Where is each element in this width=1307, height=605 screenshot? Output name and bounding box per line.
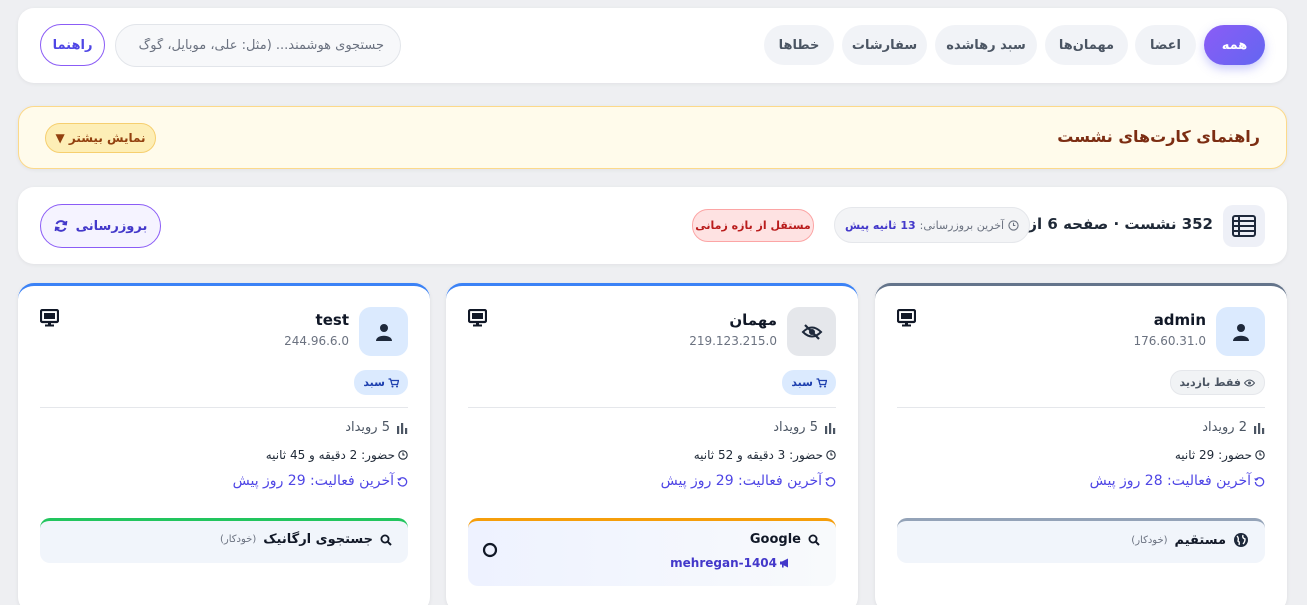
event-count: 5 رویداد — [345, 420, 408, 435]
clock-icon — [1008, 219, 1019, 231]
globe-icon — [1233, 532, 1249, 548]
bar-chart-icon — [396, 422, 408, 434]
last-activity: آخرین فعالیت: 29 روز پیش — [661, 473, 836, 489]
session-tag-label: سبد — [791, 376, 813, 389]
source-name: Google — [749, 532, 801, 547]
clock-icon — [1255, 450, 1265, 460]
presence-duration: حضور: 29 ثانیه — [1175, 448, 1265, 462]
last-update-value: 13 ثانیه پیش — [844, 218, 916, 232]
event-count: 2 رویداد — [1202, 420, 1265, 435]
history-icon — [397, 476, 408, 487]
desktop-icon — [468, 309, 487, 327]
independent-badge: مستقل از بازه زمانی — [692, 209, 814, 242]
desktop-icon — [40, 309, 59, 327]
session-tag: فقط بازدید — [1169, 370, 1265, 395]
divider — [897, 407, 1265, 408]
history-icon — [825, 476, 836, 487]
refresh-label: بروزرسانی — [75, 218, 148, 234]
clock-icon — [826, 450, 836, 460]
last-activity: آخرین فعالیت: 28 روز پیش — [1090, 473, 1265, 489]
cart-icon — [816, 377, 827, 388]
source-name: مستقیم — [1174, 532, 1226, 548]
session-ip: 244.96.6.0 — [284, 334, 349, 348]
filter-chip-members[interactable]: اعضا — [1135, 25, 1196, 65]
session-tag: سبد — [782, 370, 836, 395]
event-count-label: 5 رویداد — [773, 420, 818, 435]
last-update-badge: آخرین بروزرسانی: 13 ثانیه پیش — [834, 207, 1030, 243]
event-count: 5 رویداد — [773, 420, 836, 435]
source-sub: (خودکار) — [1131, 534, 1168, 546]
last-activity-label: آخرین فعالیت: 28 روز پیش — [1089, 473, 1251, 489]
guide-button[interactable]: راهنما — [40, 24, 105, 66]
circle-icon — [482, 542, 498, 558]
session-card[interactable]: admin 176.60.31.0 فقط بازدید 2 رویداد حض… — [875, 283, 1287, 605]
session-name: test — [315, 311, 349, 329]
user-icon — [359, 307, 408, 356]
megaphone-icon — [779, 558, 790, 568]
refresh-icon — [54, 219, 68, 233]
traffic-source: مستقیم (خودکار) — [897, 518, 1265, 563]
summary-bar: 352 نشست · صفحه 6 از 30 آخرین بروزرسانی:… — [18, 187, 1287, 264]
traffic-source: Google mehregan-1404 — [468, 518, 836, 586]
divider — [40, 407, 408, 408]
refresh-button[interactable]: بروزرسانی — [40, 204, 161, 248]
campaign-label: mehregan-1404 — [670, 556, 777, 570]
search-icon — [808, 534, 820, 546]
presence-duration: حضور: 3 دقیقه و 52 ثانیه — [694, 448, 836, 462]
last-activity: آخرین فعالیت: 29 روز پیش — [233, 473, 408, 489]
filter-chip-guests[interactable]: مهمان‌ها — [1045, 25, 1128, 65]
search-icon — [380, 534, 392, 546]
eye-icon — [1244, 379, 1255, 387]
session-tag-label: فقط بازدید — [1179, 376, 1241, 389]
session-count: 352 نشست · صفحه 6 از 30 — [1002, 215, 1213, 233]
user-icon — [1216, 307, 1265, 356]
session-tag: سبد — [354, 370, 408, 395]
divider — [468, 407, 836, 408]
filter-chip-abandoned-cart[interactable]: سبد رهاشده — [935, 25, 1037, 65]
show-more-button[interactable]: نمایش بیشتر ▼ — [45, 123, 156, 153]
last-activity-label: آخرین فعالیت: 29 روز پیش — [232, 473, 394, 489]
session-name: مهمان — [729, 311, 777, 329]
traffic-source: جستجوی ارگانیک (خودکار) — [40, 518, 408, 563]
history-icon — [1254, 476, 1265, 487]
desktop-icon — [897, 309, 916, 327]
last-activity-label: آخرین فعالیت: 29 روز پیش — [660, 473, 822, 489]
eye-slash-icon — [787, 307, 836, 356]
filter-chip-errors[interactable]: خطاها — [764, 25, 834, 65]
session-ip: 219.123.215.0 — [689, 334, 777, 348]
guide-panel: راهنمای کارت‌های نشست نمایش بیشتر ▼ — [18, 106, 1287, 169]
presence-label: حضور: 3 دقیقه و 52 ثانیه — [693, 448, 823, 462]
session-card[interactable]: مهمان 219.123.215.0 سبد 5 رویداد حضور: 3… — [446, 283, 858, 605]
presence-duration: حضور: 2 دقیقه و 45 ثانیه — [266, 448, 408, 462]
clock-icon — [398, 450, 408, 460]
filter-chip-all[interactable]: همه — [1204, 25, 1265, 65]
bar-chart-icon — [824, 422, 836, 434]
presence-label: حضور: 2 دقیقه و 45 ثانیه — [265, 448, 395, 462]
session-tag-label: سبد — [363, 376, 385, 389]
presence-label: حضور: 29 ثانیه — [1174, 448, 1252, 462]
campaign: mehregan-1404 — [670, 556, 790, 570]
cart-icon — [388, 377, 399, 388]
session-ip: 176.60.31.0 — [1133, 334, 1206, 348]
list-icon — [1223, 205, 1265, 247]
session-card[interactable]: test 244.96.6.0 سبد 5 رویداد حضور: 2 دقی… — [18, 283, 430, 605]
session-name: admin — [1153, 311, 1206, 329]
event-count-label: 5 رویداد — [345, 420, 390, 435]
source-sub: (خودکار) — [220, 534, 257, 545]
bar-chart-icon — [1253, 422, 1265, 434]
guide-title: راهنمای کارت‌های نشست — [1057, 127, 1260, 146]
search-input[interactable] — [115, 24, 401, 67]
filter-bar: همه اعضا مهمان‌ها سبد رهاشده سفارشات خطا… — [18, 8, 1287, 83]
last-update-label: آخرین بروزرسانی: — [919, 218, 1005, 232]
source-name: جستجوی ارگانیک — [263, 532, 373, 547]
filter-chip-orders[interactable]: سفارشات — [842, 25, 927, 65]
event-count-label: 2 رویداد — [1202, 420, 1247, 435]
